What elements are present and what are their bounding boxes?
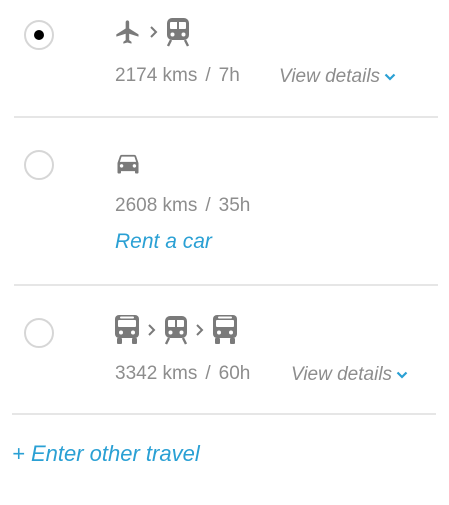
bus-icon — [212, 314, 238, 346]
radio-selected-dot — [34, 30, 44, 40]
train-icon — [166, 17, 190, 47]
option-2-stats: 2608 kms / 35h — [115, 195, 250, 217]
bus-icon — [114, 314, 140, 346]
option-2-radio[interactable] — [24, 150, 54, 180]
view-details-label: View details — [291, 364, 393, 385]
divider — [14, 116, 438, 118]
view-details-link[interactable]: View details — [279, 66, 396, 88]
option-1-stats: 2174 kms / 7h — [115, 65, 240, 87]
chevron-right-icon — [195, 323, 205, 337]
duration: 7h — [218, 65, 240, 86]
duration: 60h — [218, 363, 251, 384]
view-details-label: View details — [279, 66, 381, 87]
divider — [14, 284, 438, 286]
divider — [12, 413, 436, 415]
view-details-link[interactable]: View details — [291, 364, 408, 386]
option-1-modes — [114, 16, 190, 48]
stats-separator: / — [205, 65, 211, 86]
plane-icon — [114, 17, 142, 47]
duration: 35h — [218, 195, 251, 216]
stats-separator: / — [205, 363, 211, 384]
option-3-modes — [114, 314, 238, 346]
chevron-right-icon — [147, 323, 157, 337]
distance: 2174 kms — [115, 65, 198, 86]
option-2-modes — [114, 147, 142, 179]
train-icon — [164, 315, 188, 345]
stats-separator: / — [205, 195, 211, 216]
enter-other-travel-link[interactable]: + Enter other travel — [12, 441, 200, 467]
distance: 3342 kms — [115, 363, 198, 384]
chevron-right-icon — [149, 25, 159, 39]
distance: 2608 kms — [115, 195, 198, 216]
option-3-radio[interactable] — [24, 318, 54, 348]
rent-a-car-link[interactable]: Rent a car — [115, 230, 212, 254]
chevron-down-icon — [396, 370, 408, 380]
car-icon — [114, 148, 142, 178]
option-3-stats: 3342 kms / 60h — [115, 363, 250, 385]
chevron-down-icon — [384, 72, 396, 82]
option-1-radio[interactable] — [24, 20, 54, 50]
